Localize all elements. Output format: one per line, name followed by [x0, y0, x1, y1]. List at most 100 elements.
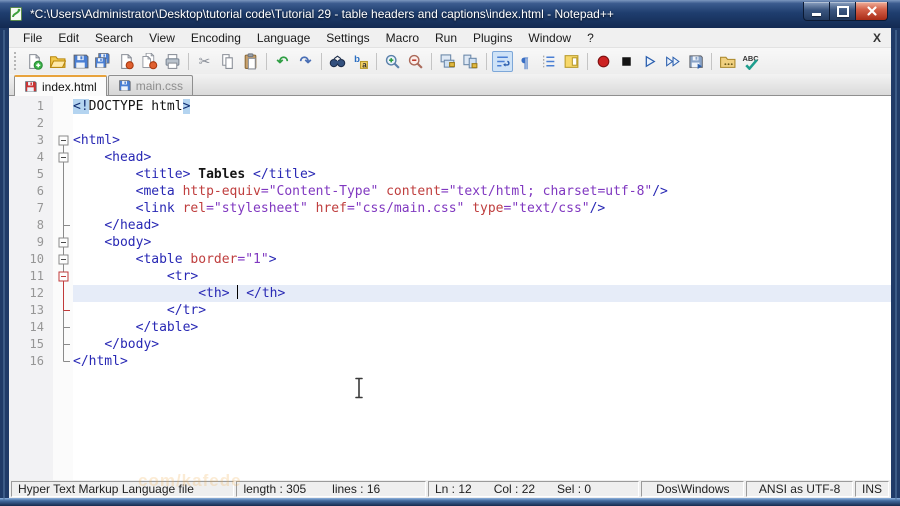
- toolbar-items: ✂ ↶ ↷ b a ¶ ABC: [23, 50, 762, 72]
- menu-item-language[interactable]: Language: [249, 28, 318, 48]
- toolbar-separator: [431, 52, 432, 70]
- toolbar-save-all-button[interactable]: [93, 51, 114, 72]
- menu-item-encoding[interactable]: Encoding: [183, 28, 249, 48]
- new-file-icon: [29, 53, 43, 70]
- fold-margin[interactable]: [53, 96, 73, 480]
- fold-tree[interactable]: [53, 96, 73, 480]
- toolbar-undo-button[interactable]: ↶: [272, 51, 293, 72]
- code-line-3[interactable]: <html>: [73, 132, 891, 149]
- code-line-4[interactable]: <head>: [73, 149, 891, 166]
- code-line-15[interactable]: </body>: [73, 336, 891, 353]
- toolbar-zoom-out-button[interactable]: [405, 51, 426, 72]
- line-number: 14: [29, 320, 44, 334]
- toolbar-close-doc-button[interactable]: [116, 51, 137, 72]
- toolbar-macro-record-button[interactable]: [593, 51, 614, 72]
- code-segment: />: [589, 201, 606, 216]
- close-doc-icon: [121, 53, 134, 69]
- code-line-2[interactable]: [73, 115, 891, 132]
- line-number: 1: [36, 99, 44, 113]
- status-length-lines: length : 305 lines : 16: [236, 481, 426, 497]
- menubar-close-button[interactable]: X: [873, 31, 891, 45]
- code-segment: content: [386, 184, 441, 199]
- code-line-6[interactable]: <meta http-equiv="Content-Type" content=…: [73, 183, 891, 200]
- menu-item-search[interactable]: Search: [87, 28, 141, 48]
- menu-item-macro[interactable]: Macro: [378, 28, 427, 48]
- tab-index-html[interactable]: index.html: [14, 75, 107, 96]
- save-all-icon: [95, 52, 110, 68]
- toolbar-zoom-in-button[interactable]: [382, 51, 403, 72]
- toolbar-macro-play-button[interactable]: [639, 51, 660, 72]
- title-bar[interactable]: *C:\Users\Administrator\Desktop\tutorial…: [0, 0, 900, 28]
- toolbar-paste-button[interactable]: [240, 51, 261, 72]
- maximize-button[interactable]: [830, 2, 855, 21]
- toolbar-spell-check-button[interactable]: ABC: [740, 51, 761, 72]
- toolbar-separator: [376, 52, 377, 70]
- status-cursor-position: Ln : 12 Col : 22 Sel : 0: [427, 481, 640, 497]
- toolbar-indent-guide-button[interactable]: [538, 51, 559, 72]
- menu-item-help[interactable]: ?: [579, 28, 602, 48]
- toolbar-print-button[interactable]: [162, 51, 183, 72]
- close-icon: [866, 6, 877, 16]
- toolbar-macro-multi-button[interactable]: [662, 51, 683, 72]
- code-line-12[interactable]: <th> </th>: [73, 285, 891, 302]
- toolbar-cut-button[interactable]: ✂: [194, 51, 215, 72]
- code-line-8[interactable]: </head>: [73, 217, 891, 234]
- code-line-14[interactable]: </table>: [73, 319, 891, 336]
- menu-item-run[interactable]: Run: [427, 28, 465, 48]
- macro-save-icon: [689, 54, 703, 69]
- code-line-1[interactable]: <!DOCTYPE html>: [73, 98, 891, 115]
- code-segment: http-equiv: [182, 184, 261, 199]
- toolbar-redo-button[interactable]: ↷: [295, 51, 316, 72]
- toolbar-new-file-button[interactable]: [24, 51, 45, 72]
- toolbar-replace-button[interactable]: ba: [350, 51, 371, 72]
- toolbar-doc-map-button[interactable]: [561, 51, 582, 72]
- menu-item-settings[interactable]: Settings: [318, 28, 377, 48]
- find-icon: [329, 55, 346, 67]
- minimize-button[interactable]: [803, 2, 830, 21]
- sync-v-icon: [440, 53, 455, 68]
- code-line-13[interactable]: </tr>: [73, 302, 891, 319]
- toolbar-sync-h-button[interactable]: [460, 51, 481, 72]
- line-number: 11: [29, 269, 44, 283]
- line-number: 8: [36, 218, 44, 232]
- save-icon: [73, 54, 89, 68]
- status-column: Col : 22: [493, 482, 536, 496]
- code-line-9[interactable]: <body>: [73, 234, 891, 251]
- toolbar-save-button[interactable]: [70, 51, 91, 72]
- tab-main-css[interactable]: main.css: [107, 75, 194, 95]
- toolbar-macro-save-button[interactable]: [685, 51, 706, 72]
- menu-item-window[interactable]: Window: [520, 28, 579, 48]
- macro-stop-icon: [622, 56, 631, 66]
- status-selection: Sel : 0: [557, 482, 592, 496]
- code-line-7[interactable]: <link rel="stylesheet" href="css/main.cs…: [73, 200, 891, 217]
- code-area[interactable]: <!DOCTYPE html> <html> <head> <title> Tab…: [73, 96, 891, 480]
- window-title: *C:\Users\Administrator\Desktop\tutorial…: [30, 7, 614, 21]
- toolbar-show-all-chars-button[interactable]: ¶: [515, 51, 536, 72]
- toolbar-open-folder-button[interactable]: [47, 51, 68, 72]
- toolbar-folder-workspace-button[interactable]: [717, 51, 738, 72]
- menu-item-edit[interactable]: Edit: [50, 28, 87, 48]
- editor[interactable]: 1 2 3 4 5 6 7 8 9 10 11 12 13 14 15 16 <!DOCTYPE html> <…: [9, 96, 891, 480]
- code-line-11[interactable]: <tr>: [73, 268, 891, 285]
- close-button[interactable]: [855, 2, 888, 21]
- code-segment: <link: [135, 201, 183, 216]
- toolbar-word-wrap-button[interactable]: [492, 50, 513, 72]
- status-bar: Hyper Text Markup Language file length :…: [9, 480, 891, 498]
- toolbar-macro-stop-button[interactable]: [616, 51, 637, 72]
- toolbar-separator: [486, 52, 487, 70]
- toolbar-copy-button[interactable]: [217, 51, 238, 72]
- menu-item-file[interactable]: File: [15, 28, 50, 48]
- code-line-5[interactable]: <title> Tables </title>: [73, 166, 891, 183]
- code-line-10[interactable]: <table border="1">: [73, 251, 891, 268]
- toolbar-find-button[interactable]: [327, 51, 348, 72]
- toolbar-sync-v-button[interactable]: [437, 51, 458, 72]
- code-segment: <title>: [135, 167, 191, 182]
- line-number: 2: [36, 116, 44, 130]
- menu-item-view[interactable]: View: [141, 28, 183, 48]
- line-number: 12: [29, 286, 44, 300]
- toolbar-close-all-button[interactable]: [139, 51, 160, 72]
- code-line-16[interactable]: </html>: [73, 353, 891, 370]
- menu-item-plugins[interactable]: Plugins: [465, 28, 520, 48]
